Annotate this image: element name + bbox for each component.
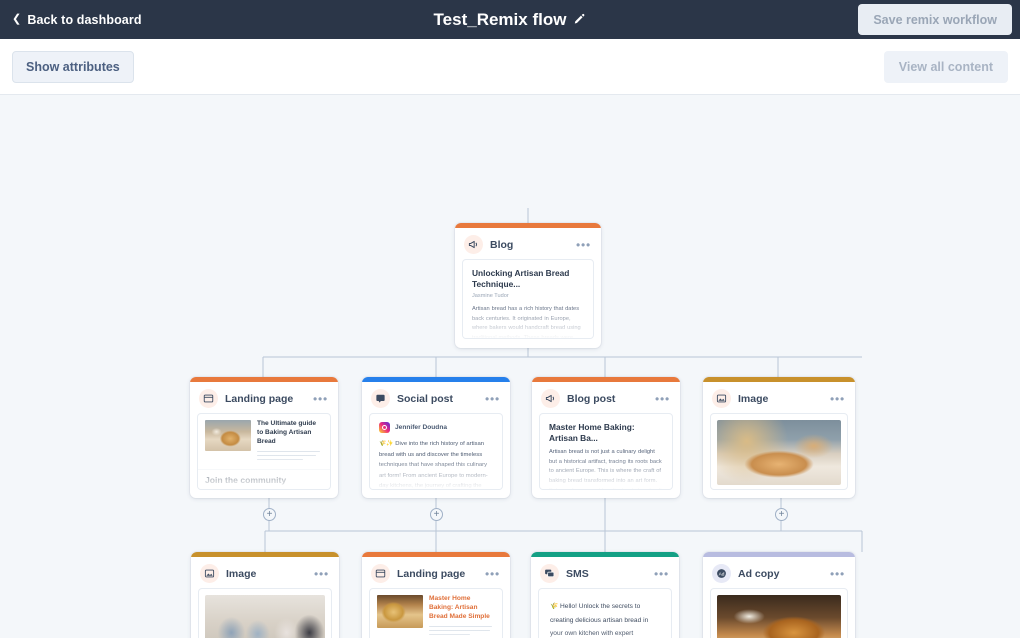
card-header: Blog post ••• xyxy=(532,382,680,413)
node-card-image-bottom[interactable]: Image ••• xyxy=(191,552,339,638)
show-attributes-button[interactable]: Show attributes xyxy=(12,50,134,83)
messages-icon xyxy=(540,564,559,583)
card-menu-button[interactable]: ••• xyxy=(312,393,329,405)
card-type-label: Social post xyxy=(397,392,454,405)
add-node-button[interactable]: + xyxy=(430,508,443,521)
blog-title: Unlocking Artisan Bread Technique... xyxy=(472,268,570,289)
card-menu-button[interactable]: ••• xyxy=(654,393,671,405)
card-type-label: Blog xyxy=(490,238,514,251)
browser-window-icon xyxy=(199,389,218,408)
social-account-name: Jennifer Doudna xyxy=(395,424,448,431)
card-preview-body xyxy=(198,588,332,638)
back-to-dashboard-link[interactable]: ❮ Back to dashboard xyxy=(12,13,142,27)
card-preview-body: Master Home Baking: Artisan Ba... Artisa… xyxy=(539,413,673,490)
top-navigation-bar: ❮ Back to dashboard Test_Remix flow Save… xyxy=(0,0,1020,39)
node-card-social-post[interactable]: Social post ••• Jennifer Doudna 🌾✨ Dive … xyxy=(362,377,510,498)
picture-icon xyxy=(200,564,219,583)
blog-author: Jasmine Tudor xyxy=(472,292,509,299)
card-menu-button[interactable]: ••• xyxy=(484,568,501,580)
card-type-label: Image xyxy=(738,392,769,405)
card-type-label: Image xyxy=(226,567,257,580)
card-preview-body xyxy=(710,413,848,490)
card-type-label: Landing page xyxy=(225,392,294,405)
card-header: Ad Ad copy ••• xyxy=(703,557,855,588)
card-preview-body xyxy=(710,588,848,638)
landing-hero-title: Master Home Baking: Artisan Bread Made S… xyxy=(429,595,490,620)
node-card-ad-copy[interactable]: Ad Ad copy ••• xyxy=(703,552,855,638)
workflow-canvas[interactable]: + + + Blog ••• Unlocking Artisan Bread T… xyxy=(0,95,1020,638)
back-to-dashboard-label: Back to dashboard xyxy=(27,12,142,27)
add-node-button[interactable]: + xyxy=(775,508,788,521)
card-type-label: SMS xyxy=(566,567,589,580)
browser-window-icon xyxy=(371,564,390,583)
view-all-content-button[interactable]: View all content xyxy=(883,50,1008,83)
save-remix-workflow-button[interactable]: Save remix workflow xyxy=(858,4,1012,35)
card-type-label: Blog post xyxy=(567,392,616,405)
node-card-blog-post[interactable]: Blog post ••• Master Home Baking: Artisa… xyxy=(532,377,680,498)
card-header: Image ••• xyxy=(703,382,855,413)
svg-text:Ad: Ad xyxy=(719,571,725,577)
card-menu-button[interactable]: ••• xyxy=(829,393,846,405)
card-menu-button[interactable]: ••• xyxy=(575,239,592,251)
card-header: SMS ••• xyxy=(531,557,679,588)
blog-post-excerpt: Artisan bread is not just a culinary del… xyxy=(549,448,662,489)
picture-icon xyxy=(712,389,731,408)
card-type-label: Ad copy xyxy=(738,567,780,580)
placeholder-lines xyxy=(257,450,323,461)
pencil-icon[interactable] xyxy=(573,13,586,26)
landing-hero-title: The Ultimate guide to Baking Artisan Bre… xyxy=(257,420,316,445)
ad-badge-icon: Ad xyxy=(712,564,731,583)
node-card-landing-page-bottom[interactable]: Landing page ••• Master Home Baking: Art… xyxy=(362,552,510,638)
card-header: Landing page ••• xyxy=(190,382,338,413)
chat-bubble-icon xyxy=(371,389,390,408)
card-type-label: Landing page xyxy=(397,567,466,580)
image-preview xyxy=(205,595,325,638)
card-header: Landing page ••• xyxy=(362,557,510,588)
node-card-image-top[interactable]: Image ••• xyxy=(703,377,855,498)
card-header: Image ••• xyxy=(191,557,339,588)
landing-section-image xyxy=(271,488,323,489)
megaphone-icon xyxy=(464,235,483,254)
placeholder-lines xyxy=(429,625,495,636)
node-card-blog[interactable]: Blog ••• Unlocking Artisan Bread Techniq… xyxy=(455,223,601,348)
card-menu-button[interactable]: ••• xyxy=(484,393,501,405)
card-preview-body: The Ultimate guide to Baking Artisan Bre… xyxy=(197,413,331,490)
card-preview-body: 🌾 Hello! Unlock the secrets to creating … xyxy=(538,588,672,638)
card-header: Blog ••• xyxy=(455,228,601,259)
connector-edges xyxy=(262,208,863,552)
chevron-left-icon: ❮ xyxy=(12,13,22,25)
image-preview xyxy=(717,595,841,638)
flow-title-text: Test_Remix flow xyxy=(433,9,567,29)
node-card-sms[interactable]: SMS ••• 🌾 Hello! Unlock the secrets to c… xyxy=(531,552,679,638)
add-node-button[interactable]: + xyxy=(263,508,276,521)
landing-section-title: Join the community xyxy=(205,474,287,485)
landing-hero-image xyxy=(205,420,251,451)
megaphone-icon xyxy=(541,389,560,408)
card-header: Social post ••• xyxy=(362,382,510,413)
card-preview-body: Master Home Baking: Artisan Bread Made S… xyxy=(369,588,503,638)
card-menu-button[interactable]: ••• xyxy=(653,568,670,580)
image-preview xyxy=(717,420,841,485)
card-menu-button[interactable]: ••• xyxy=(313,568,330,580)
card-preview-body: Jennifer Doudna 🌾✨ Dive into the rich hi… xyxy=(369,413,503,490)
instagram-icon xyxy=(379,422,390,433)
secondary-toolbar: Show attributes View all content xyxy=(0,39,1020,95)
card-preview-body: Unlocking Artisan Bread Technique... Jas… xyxy=(462,259,594,339)
card-menu-button[interactable]: ••• xyxy=(829,568,846,580)
node-card-landing-page[interactable]: Landing page ••• The Ultimate guide to B… xyxy=(190,377,338,498)
landing-hero-image xyxy=(377,595,423,628)
placeholder-lines xyxy=(205,488,264,489)
sms-message-body: 🌾 Hello! Unlock the secrets to creating … xyxy=(550,603,649,638)
blog-post-title: Master Home Baking: Artisan Ba... xyxy=(549,422,635,443)
blog-excerpt: Artisan bread has a rich history that da… xyxy=(472,305,581,339)
social-post-body: 🌾✨ Dive into the rich history of artisan… xyxy=(379,441,488,489)
